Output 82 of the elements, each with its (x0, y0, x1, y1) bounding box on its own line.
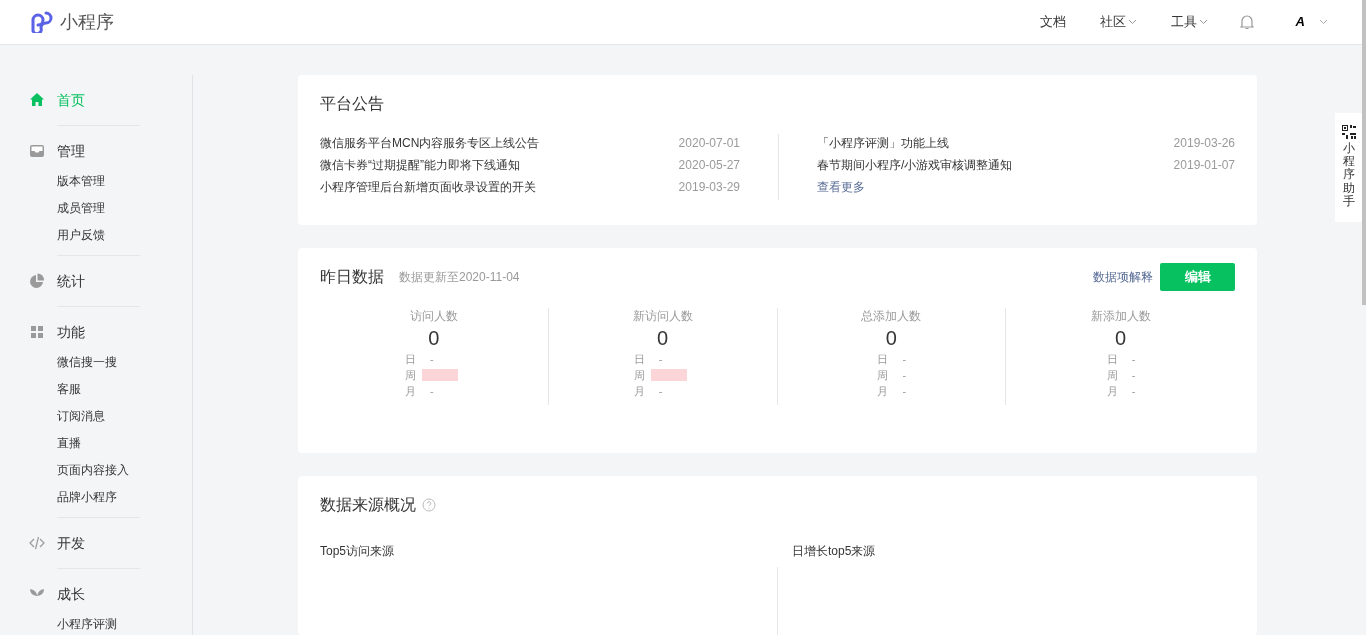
section-label: 日增长top5来源 (792, 543, 877, 560)
card-title: 平台公告 (320, 94, 385, 114)
period-value: - (1131, 352, 1136, 367)
period-value: - (429, 384, 434, 399)
announcement-date: 2020-07-01 (678, 135, 740, 152)
metric-label: 访问人数 (409, 308, 458, 324)
metric-value: 0 (885, 326, 897, 351)
announcement-date: 2019-03-29 (678, 179, 740, 196)
nav-link[interactable]: 社区 (1099, 12, 1126, 32)
announcement-date: 2019-03-26 (1173, 135, 1235, 152)
helper-panel[interactable]: 小程序助手 (1335, 113, 1362, 222)
period-value: - (658, 384, 663, 399)
inbox-icon (29, 143, 45, 159)
nav-link[interactable]: 工具 (1170, 12, 1197, 32)
section-label: Top5访问来源 (320, 543, 396, 560)
period-value: - (902, 384, 907, 399)
metric-label: 总添加人数 (861, 308, 922, 324)
help-icon[interactable] (422, 498, 436, 512)
caret-icon[interactable] (1127, 19, 1137, 25)
metric-label: 新添加人数 (1090, 308, 1151, 324)
period-value: - (1131, 368, 1136, 383)
nav-link[interactable]: 文档 (1039, 12, 1066, 32)
more-link[interactable]: 查看更多 (817, 178, 865, 197)
period-label: 周 (404, 368, 416, 383)
sidebar-subitem[interactable]: 客服 (57, 376, 192, 403)
period-value: - (902, 352, 907, 367)
caret-icon[interactable] (1319, 19, 1328, 25)
period-value: - (902, 368, 907, 383)
caret-icon[interactable] (1198, 19, 1208, 25)
home-icon (29, 92, 45, 108)
sidebar-item[interactable]: 功能 (57, 321, 85, 343)
announcement-link[interactable]: 微信卡券“过期提醒”能力即将下线通知 (320, 156, 520, 175)
card-title: 数据来源概况 (320, 495, 416, 515)
period-label: 日 (633, 352, 645, 367)
period-value: - (658, 352, 663, 367)
sidebar-subitem[interactable]: 订阅消息 (57, 403, 192, 430)
period-value: - (1131, 384, 1136, 399)
helper-label: 小程序助手 (1342, 142, 1355, 208)
sidebar-subitem[interactable]: 用户反馈 (57, 222, 192, 249)
code-icon (29, 535, 45, 551)
metric-value: 0 (657, 326, 669, 351)
period-label: 月 (404, 384, 416, 399)
period-label: 月 (877, 384, 889, 399)
period-label: 日 (404, 352, 416, 367)
period-label: 周 (633, 368, 645, 383)
period-value: - (429, 352, 434, 367)
announcement-date: 2020-05-27 (678, 157, 740, 174)
metric-value: 0 (1115, 326, 1127, 351)
card-title: 昨日数据 (320, 267, 384, 287)
logo-text[interactable]: 小程序 (60, 8, 114, 36)
sidebar-subitem[interactable]: 直播 (57, 430, 192, 457)
period-label: 周 (1106, 368, 1118, 383)
grid-icon (29, 324, 45, 340)
qr-code-icon (1341, 125, 1356, 139)
period-label: 日 (877, 352, 889, 367)
announcement-link[interactable]: 小程序管理后台新增页面收录设置的开关 (320, 178, 536, 197)
period-label: 月 (1106, 384, 1118, 399)
sidebar-item[interactable]: 统计 (57, 270, 85, 292)
period-label: 月 (633, 384, 645, 399)
period-label: 周 (877, 368, 889, 383)
announcement-date: 2019-01-07 (1173, 157, 1235, 174)
pie-chart-icon (29, 273, 45, 289)
announcement-link[interactable]: 微信服务平台MCN内容服务专区上线公告 (320, 134, 540, 153)
notification-bell-icon[interactable] (1239, 14, 1254, 30)
sidebar-subitem[interactable]: 小程序评测 (57, 611, 192, 635)
sidebar-item[interactable]: 开发 (57, 532, 85, 554)
account-avatar[interactable]: A (1295, 12, 1305, 32)
announcement-link[interactable]: 「小程序评测」功能上线 (817, 134, 949, 153)
sidebar-subitem[interactable]: 品牌小程序 (57, 484, 192, 511)
sidebar-subitem[interactable]: 成员管理 (57, 195, 192, 222)
logo-icon (30, 11, 54, 33)
sidebar-subitem[interactable]: 页面内容接入 (57, 457, 192, 484)
sidebar-subitem[interactable]: 版本管理 (57, 168, 192, 195)
metric-value: 0 (428, 326, 440, 351)
sidebar-item[interactable]: 管理 (57, 140, 85, 162)
period-label: 日 (1106, 352, 1118, 367)
metric-label: 新访问人数 (632, 308, 693, 324)
sidebar-subitem[interactable]: 微信搜一搜 (57, 349, 192, 376)
update-note: 数据更新至2020-11-04 (399, 269, 520, 286)
announcement-link[interactable]: 春节期间小程序/小游戏审核调整通知 (817, 156, 1013, 175)
sidebar-item[interactable]: 成长 (57, 583, 85, 605)
explain-link[interactable]: 数据项解释 (1093, 268, 1153, 286)
